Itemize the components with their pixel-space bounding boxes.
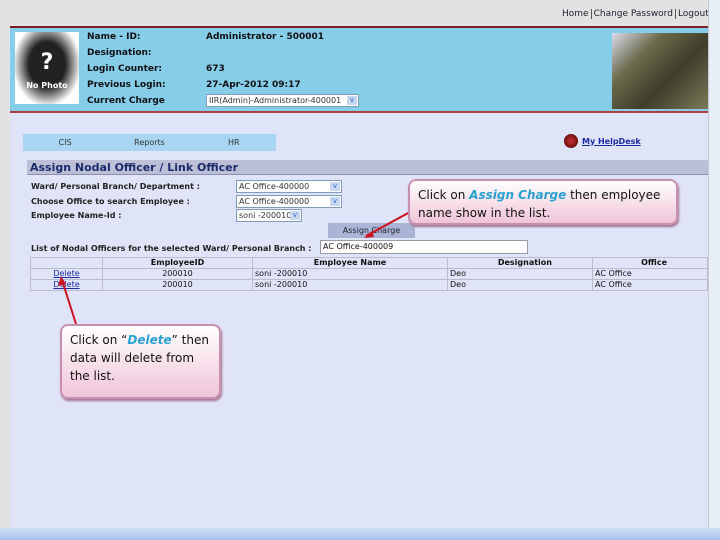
callout-emphasis: Assign Charge	[469, 188, 567, 202]
vertical-scrollbar[interactable]	[708, 0, 720, 528]
delete-callout: Click on “Delete” then data will delete …	[60, 324, 221, 399]
delete-arrow	[61, 279, 77, 325]
callout-text: Click on	[418, 188, 470, 202]
callout-arrows	[58, 211, 411, 325]
delete-arrowhead	[58, 276, 66, 286]
assign-charge-callout: Click on Assign Charge then employee nam…	[408, 179, 678, 225]
callout-emphasis: Delete	[127, 333, 172, 347]
assign-arrow	[365, 211, 411, 237]
callout-text: Click on “	[70, 333, 128, 347]
horizontal-scrollbar[interactable]	[0, 528, 720, 540]
